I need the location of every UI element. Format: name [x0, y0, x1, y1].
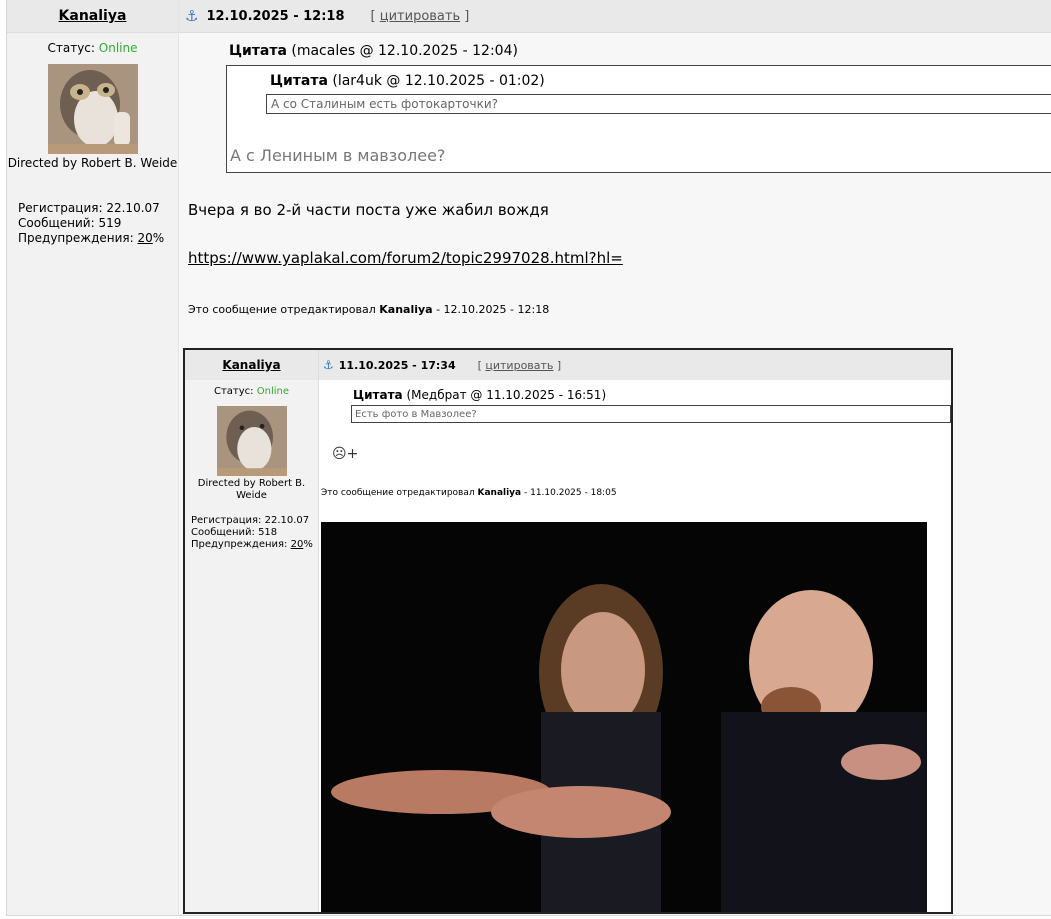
shot-anchor-icon: ⚓: [323, 358, 334, 372]
reg-value: 22.10.07: [106, 201, 160, 215]
forum-post: Kanaliya Статус: Online Directed by Robe…: [6, 0, 1051, 916]
msgs-row: Сообщений: 519: [18, 216, 178, 231]
shot-msgs-label: Сообщений:: [191, 527, 255, 538]
post-header: ⚓ 12.10.2025 - 12:18 [ цитировать ]: [179, 0, 1051, 33]
post-date: 12.10.2025 - 12:18: [206, 8, 345, 24]
shot-quote-meta: (Медбрат @ 11.10.2025 - 16:51): [406, 388, 607, 402]
quote1-title: Цитата (macales @ 12.10.2025 - 12:04): [229, 43, 518, 59]
shot-status-label: Статус:: [214, 386, 254, 397]
cite-close: ]: [464, 8, 470, 24]
cite-open: [: [370, 8, 376, 24]
shot-avatar: [216, 406, 287, 476]
avatar[interactable]: [47, 64, 138, 154]
warn-row: Предупреждения: 20%: [18, 231, 178, 246]
shot-warn-row: Предупреждения: 20%: [191, 539, 318, 551]
mausoleum-photo: [321, 522, 927, 912]
shot-quote-box: Есть фото в Мавзолее?: [351, 405, 951, 423]
edited-by[interactable]: Kanaliya: [379, 303, 432, 316]
quote2-meta: (lar4uk @ 12.10.2025 - 01:02): [332, 73, 545, 89]
shot-cite-close: ]: [556, 358, 562, 372]
shot-status-online: Online: [256, 386, 289, 397]
status-label: Статус:: [47, 41, 95, 55]
shot-msgs-value: 518: [258, 527, 278, 538]
reg-row: Регистрация: 22.10.07: [18, 201, 178, 216]
shot-author-header: Kanaliya: [185, 350, 318, 380]
shot-edited-by: Kanaliya: [477, 488, 522, 498]
shot-warn-label: Предупреждения:: [191, 539, 288, 550]
shot-author: Kanaliya: [222, 358, 281, 372]
edited-note: Это сообщение отредактировал Kanaliya - …: [188, 303, 549, 316]
author-header: Kanaliya: [7, 0, 178, 33]
shot-edited-prefix: Это сообщение отредактировал: [321, 488, 475, 498]
shot-cite-open: [: [477, 358, 482, 372]
author-link[interactable]: Kanaliya: [59, 8, 127, 24]
reg-label: Регистрация:: [18, 201, 103, 215]
user-tagline: Directed by Robert B. Weide: [7, 156, 178, 170]
quote1-box: Цитата (lar4uk @ 12.10.2025 - 01:02) А с…: [226, 65, 1051, 173]
shot-msgs-row: Сообщений: 518: [191, 527, 318, 539]
shot-author-panel: Kanaliya Статус: Online Directed by Robe…: [185, 350, 319, 912]
shot-cite-label: цитировать: [485, 358, 554, 372]
sad-emoji-icon: ☹+: [332, 446, 359, 462]
shot-post-header: ⚓ 11.10.2025 - 17:34 [ цитировать ]: [319, 350, 951, 380]
edited-prefix: Это сообщение отредактировал: [188, 303, 376, 316]
quote1-meta: (macales @ 12.10.2025 - 12:04): [291, 43, 518, 59]
shot-stats: Регистрация: 22.10.07 Сообщений: 518 Пре…: [191, 515, 318, 551]
quote2-box: А со Сталиным есть фотокарточки?: [266, 94, 1051, 114]
quote2-title: Цитата (lar4uk @ 12.10.2025 - 01:02): [270, 73, 545, 89]
shot-warn-unit: %: [303, 539, 313, 550]
msgs-label: Сообщений:: [18, 216, 95, 230]
shot-quote-title: Цитата (Медбрат @ 11.10.2025 - 16:51): [353, 388, 606, 402]
user-stats: Регистрация: 22.10.07 Сообщений: 519 Пре…: [18, 201, 178, 246]
message-text: Вчера я во 2-й части поста уже жабил вож…: [188, 201, 549, 219]
msgs-value: 519: [98, 216, 122, 230]
shot-edited-note: Это сообщение отредактировал Kanaliya - …: [321, 488, 617, 498]
shot-tagline: Directed by Robert B. Weide: [197, 478, 306, 501]
warn-link[interactable]: 20: [138, 231, 153, 245]
quote1-label: Цитата: [229, 43, 287, 59]
shot-edited-time: - 11.10.2025 - 18:05: [524, 488, 617, 498]
warn-label: Предупреждения:: [18, 231, 134, 245]
cite-control: [ цитировать ]: [371, 9, 470, 24]
anchor-icon[interactable]: ⚓: [185, 7, 198, 25]
shot-reg-value: 22.10.07: [264, 515, 310, 526]
author-panel: Kanaliya Статус: Online Directed by Robe…: [7, 0, 179, 915]
cite-button[interactable]: цитировать: [380, 9, 460, 24]
shot-date: 11.10.2025 - 17:34: [338, 358, 456, 372]
embedded-screenshot[interactable]: Kanaliya Статус: Online Directed by Robe…: [183, 348, 953, 914]
shot-reg-label: Регистрация:: [191, 515, 262, 526]
quote1-text: А с Лениным в мавзолее?: [230, 146, 446, 165]
shot-reg-row: Регистрация: 22.10.07: [191, 515, 318, 527]
status-online: Online: [98, 41, 138, 55]
shot-warn-value: 20: [290, 539, 304, 550]
shot-status: Статус: Online: [185, 386, 318, 397]
shot-cite: [ цитировать ]: [478, 359, 562, 372]
edited-time: - 12.10.2025 - 12:18: [436, 303, 550, 316]
status-line: Статус: Online: [7, 41, 178, 55]
quote2-label: Цитата: [270, 73, 328, 89]
warn-unit: %: [152, 231, 165, 245]
topic-link[interactable]: https://www.yaplakal.com/forum2/topic299…: [188, 249, 623, 267]
shot-quote-label: Цитата: [353, 388, 403, 402]
